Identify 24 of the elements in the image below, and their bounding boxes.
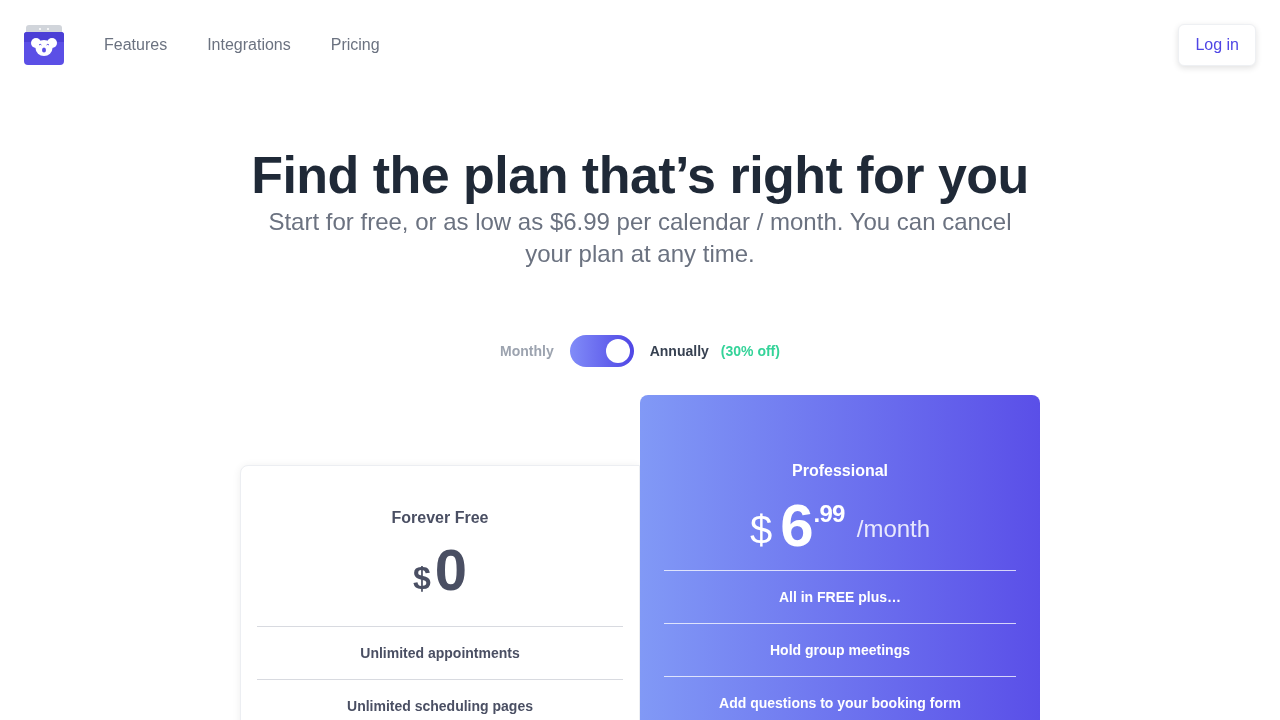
price-period: /month xyxy=(856,514,931,544)
billing-toggle[interactable] xyxy=(569,335,634,367)
price-cents: .99 xyxy=(813,502,845,526)
price-amount: 0 xyxy=(434,542,468,598)
billing-label: Annually xyxy=(649,342,709,361)
currency-symbol: $ xyxy=(412,559,431,598)
currency-symbol: $ xyxy=(749,507,773,554)
page-heading: Find the plan that’s right for you xyxy=(250,145,1030,206)
login-button[interactable]: Log in xyxy=(1178,24,1256,66)
feature-text: Unlimited appointments xyxy=(360,645,520,661)
feature-text: Hold group meetings xyxy=(770,642,910,658)
feature-text: Add questions to your booking form xyxy=(719,695,961,711)
nav-link[interactable]: Features xyxy=(104,33,168,57)
plan-name: Professional xyxy=(791,461,889,481)
nav-link[interactable]: Pricing xyxy=(330,33,380,57)
billing-label: Monthly xyxy=(500,342,554,361)
feature-text: All in FREE plus… xyxy=(778,589,902,605)
discount-text: (30% off) xyxy=(720,342,780,361)
price-amount: 6 xyxy=(780,498,814,554)
feature-text: Unlimited scheduling pages xyxy=(347,698,533,714)
page-subtitle: Start for free, or as low as $6.99 per calendar / month. You can cancel your plan at any time. xyxy=(267,207,1013,269)
koala-logo-icon[interactable] xyxy=(24,25,64,65)
nav-link[interactable]: Integrations xyxy=(207,33,291,57)
plan-name: Forever Free xyxy=(390,508,490,528)
